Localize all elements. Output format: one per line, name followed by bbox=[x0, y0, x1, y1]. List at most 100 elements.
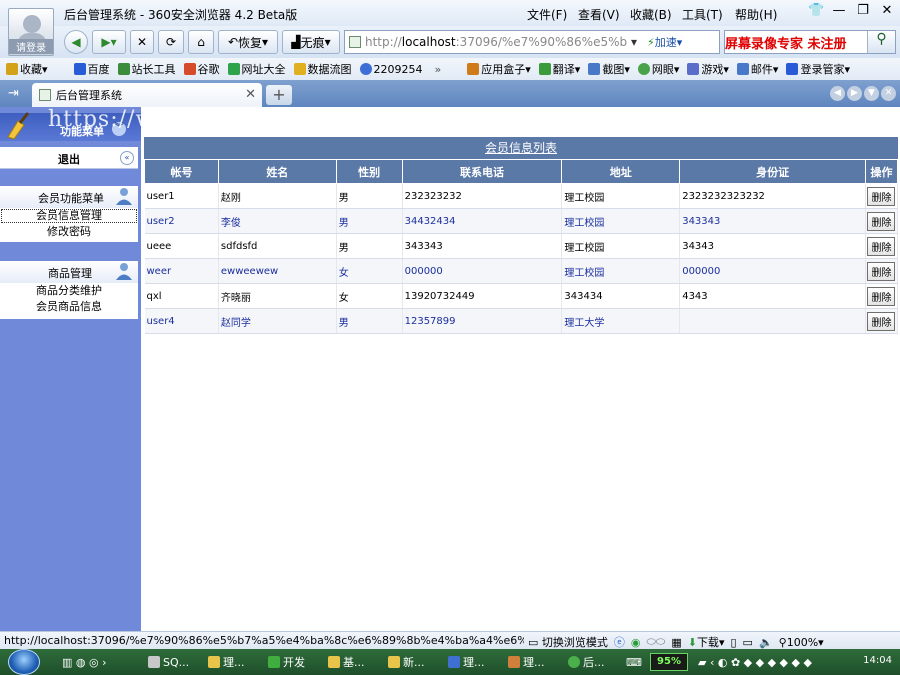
bookmark-more[interactable]: » bbox=[435, 63, 442, 76]
delete-button[interactable]: 删除 bbox=[867, 286, 896, 306]
tray-icons[interactable]: ▰ ‹ ◐ ✿ ◆ ◆ ◆ ◆ ◆ ◆ bbox=[698, 653, 812, 671]
taskbar-item-browser[interactable]: 后... bbox=[568, 653, 605, 671]
bookmark-mail[interactable]: 邮件 ▾ bbox=[736, 61, 778, 77]
bookmark-favorites[interactable]: 收藏 ▾ bbox=[6, 61, 48, 77]
restore-button[interactable]: ↶ 恢复 ▾ bbox=[218, 30, 278, 54]
menu-file[interactable]: 文件(F) bbox=[527, 6, 567, 23]
folder-icon bbox=[328, 656, 340, 668]
logout-link[interactable]: 退出 bbox=[58, 151, 80, 167]
cell-account: user2 bbox=[144, 208, 219, 234]
menu-favorites[interactable]: 收藏(B) bbox=[630, 6, 672, 23]
bookmark-login-manager[interactable]: 登录管家 ▾ bbox=[786, 61, 850, 77]
new-tab-button[interactable]: + bbox=[266, 85, 292, 105]
monitor-icon[interactable]: ▭ bbox=[743, 636, 753, 649]
delete-button[interactable]: 删除 bbox=[867, 311, 896, 331]
accelerate-label: 加速 bbox=[654, 36, 677, 49]
sidebar-item-category-maintenance[interactable]: 商品分类维护 bbox=[0, 283, 138, 299]
cpu-meter[interactable]: 95% bbox=[650, 653, 688, 671]
taskbar-item-label: SQ... bbox=[163, 655, 190, 669]
taskbar-item-label: 理... bbox=[523, 656, 545, 669]
address-bar[interactable]: http://localhost:37096/%e7%90%86%e5%b7% … bbox=[344, 30, 720, 54]
delete-button[interactable]: 删除 bbox=[867, 236, 896, 256]
incognito-button[interactable]: ▟ 无痕 ▾ bbox=[282, 30, 340, 54]
member-menu-header[interactable]: 会员功能菜单 bbox=[0, 186, 138, 208]
maximize-icon[interactable]: ❐ bbox=[856, 3, 870, 18]
bookmark-screenshot[interactable]: 截图 ▾ bbox=[588, 61, 630, 77]
skin-icon[interactable]: 👕 bbox=[808, 3, 824, 18]
sidebar-item-change-password[interactable]: 修改密码 bbox=[0, 224, 138, 240]
taskbar-item-app[interactable]: 理... bbox=[508, 653, 545, 671]
taskbar-item-sql[interactable]: SQ... bbox=[148, 653, 189, 671]
speaker-icon[interactable]: 🔈 bbox=[759, 636, 773, 649]
browse-mode-toggle[interactable]: ▭ 切换浏览模式 bbox=[528, 634, 608, 650]
quick-launch-icons[interactable]: ▥ ◍ ◎ › bbox=[62, 653, 106, 671]
start-button[interactable] bbox=[8, 649, 40, 675]
taskbar-clock[interactable]: 14:04 bbox=[863, 655, 892, 666]
bookmark-site-directory[interactable]: 网址大全 bbox=[227, 61, 286, 77]
taskbar-item-folder-1[interactable]: 理... bbox=[208, 653, 245, 671]
tab-admin-system[interactable]: 后台管理系统 ✕ bbox=[32, 83, 262, 107]
taskbar-item-folder-3[interactable]: 新... bbox=[388, 653, 425, 671]
tab-scroll-right-icon[interactable]: ▶ bbox=[847, 86, 862, 101]
cell-name: 李俊 bbox=[218, 208, 337, 234]
menu-tools[interactable]: 工具(T) bbox=[682, 6, 723, 23]
delete-button[interactable]: 删除 bbox=[867, 261, 896, 281]
chevron-left-icon[interactable]: « bbox=[120, 151, 134, 165]
main-frame: 会员信息列表 帐号 姓名 性别 联系电话 地址 身份证 操作 user1 赵刚 bbox=[142, 107, 900, 631]
delete-button[interactable]: 删除 bbox=[867, 211, 896, 231]
back-button[interactable]: ◀ bbox=[64, 30, 88, 54]
home-button[interactable]: ⌂ bbox=[188, 30, 214, 54]
zoom-control[interactable]: ⚲100%▾ bbox=[779, 636, 824, 649]
search-icon[interactable]: ⚲ bbox=[867, 31, 895, 53]
bookmark-translate[interactable]: 翻译 ▾ bbox=[538, 61, 580, 77]
taskbar-item-dev[interactable]: 开发 bbox=[268, 653, 305, 671]
bookmark-webmaster-tools[interactable]: 站长工具 bbox=[117, 61, 176, 77]
sidebar-toggle-icon[interactable]: ⇥ bbox=[8, 86, 19, 101]
bookmark-label: 翻译 bbox=[552, 63, 575, 76]
tree-icon bbox=[268, 656, 280, 668]
keyboard-icon[interactable]: ⌨ bbox=[626, 653, 642, 671]
taskbar-item-word[interactable]: 理... bbox=[448, 653, 485, 671]
sidebar-item-member-goods[interactable]: 会员商品信息 bbox=[0, 299, 138, 315]
taskbar-item-label: 新... bbox=[403, 656, 425, 669]
toggle-switch-icon[interactable]: ⬭⬭ bbox=[647, 635, 666, 649]
word-icon bbox=[448, 656, 460, 668]
trash-icon[interactable]: ▯ bbox=[730, 636, 736, 649]
grid-icon[interactable]: ▦ bbox=[671, 636, 681, 649]
forward-button[interactable]: ▶▾ bbox=[92, 30, 126, 54]
tab-list-icon[interactable]: ▼ bbox=[864, 86, 879, 101]
bookmark-webeye[interactable]: 网眼 ▾ bbox=[637, 61, 679, 77]
delete-button[interactable]: 删除 bbox=[867, 186, 896, 206]
search-box[interactable]: 屏幕录像专家 未注册 ⚲ bbox=[724, 30, 896, 54]
avatar[interactable]: 请登录 bbox=[8, 8, 54, 56]
bookmark-dataflow[interactable]: 数据流图 bbox=[293, 61, 352, 77]
menu-help[interactable]: 帮助(H) bbox=[735, 6, 777, 23]
logout-bar[interactable]: 退出 « bbox=[0, 147, 138, 169]
url-dropdown-icon[interactable]: ▾ bbox=[627, 35, 641, 49]
download-button[interactable]: ⬇下载▾ bbox=[688, 634, 725, 650]
accelerate-button[interactable]: ⚡加速▾ bbox=[647, 34, 682, 50]
tab-close-all-icon[interactable]: ✕ bbox=[881, 86, 896, 101]
safety-icon[interactable]: ◉ bbox=[631, 636, 641, 649]
minimize-icon[interactable]: — bbox=[832, 3, 846, 18]
sidebar-item-member-info[interactable]: 会员信息管理 bbox=[0, 208, 138, 224]
bookmark-qq[interactable]: 2209254 bbox=[359, 63, 423, 76]
refresh-button[interactable]: ⟳ bbox=[158, 30, 184, 54]
table-row: weer ewweewew 女 000000 理工校园 000000 删除 bbox=[144, 258, 899, 284]
table-caption[interactable]: 会员信息列表 bbox=[144, 137, 898, 159]
bookmark-app-box[interactable]: 应用盒子 ▾ bbox=[467, 61, 531, 77]
tab-scroll-left-icon[interactable]: ◀ bbox=[830, 86, 845, 101]
user-icon bbox=[116, 263, 132, 280]
taskbar-item-folder-2[interactable]: 基... bbox=[328, 653, 365, 671]
bookmark-google[interactable]: 谷歌 bbox=[183, 61, 220, 77]
stop-button[interactable]: ✕ bbox=[130, 30, 154, 54]
menu-view[interactable]: 查看(V) bbox=[578, 6, 620, 23]
address-url[interactable]: http://localhost:37096/%e7%90%86%e5%b7% bbox=[365, 35, 627, 49]
close-tab-icon[interactable]: ✕ bbox=[245, 87, 256, 102]
bookmark-games[interactable]: 游戏 ▾ bbox=[687, 61, 729, 77]
bookmark-baidu[interactable]: 百度 bbox=[73, 61, 110, 77]
close-window-icon[interactable]: ✕ bbox=[880, 3, 894, 18]
ie-icon[interactable]: ⓔ bbox=[614, 634, 625, 650]
goods-menu-header[interactable]: 商品管理 bbox=[0, 261, 138, 283]
cell-account: user1 bbox=[144, 183, 219, 209]
